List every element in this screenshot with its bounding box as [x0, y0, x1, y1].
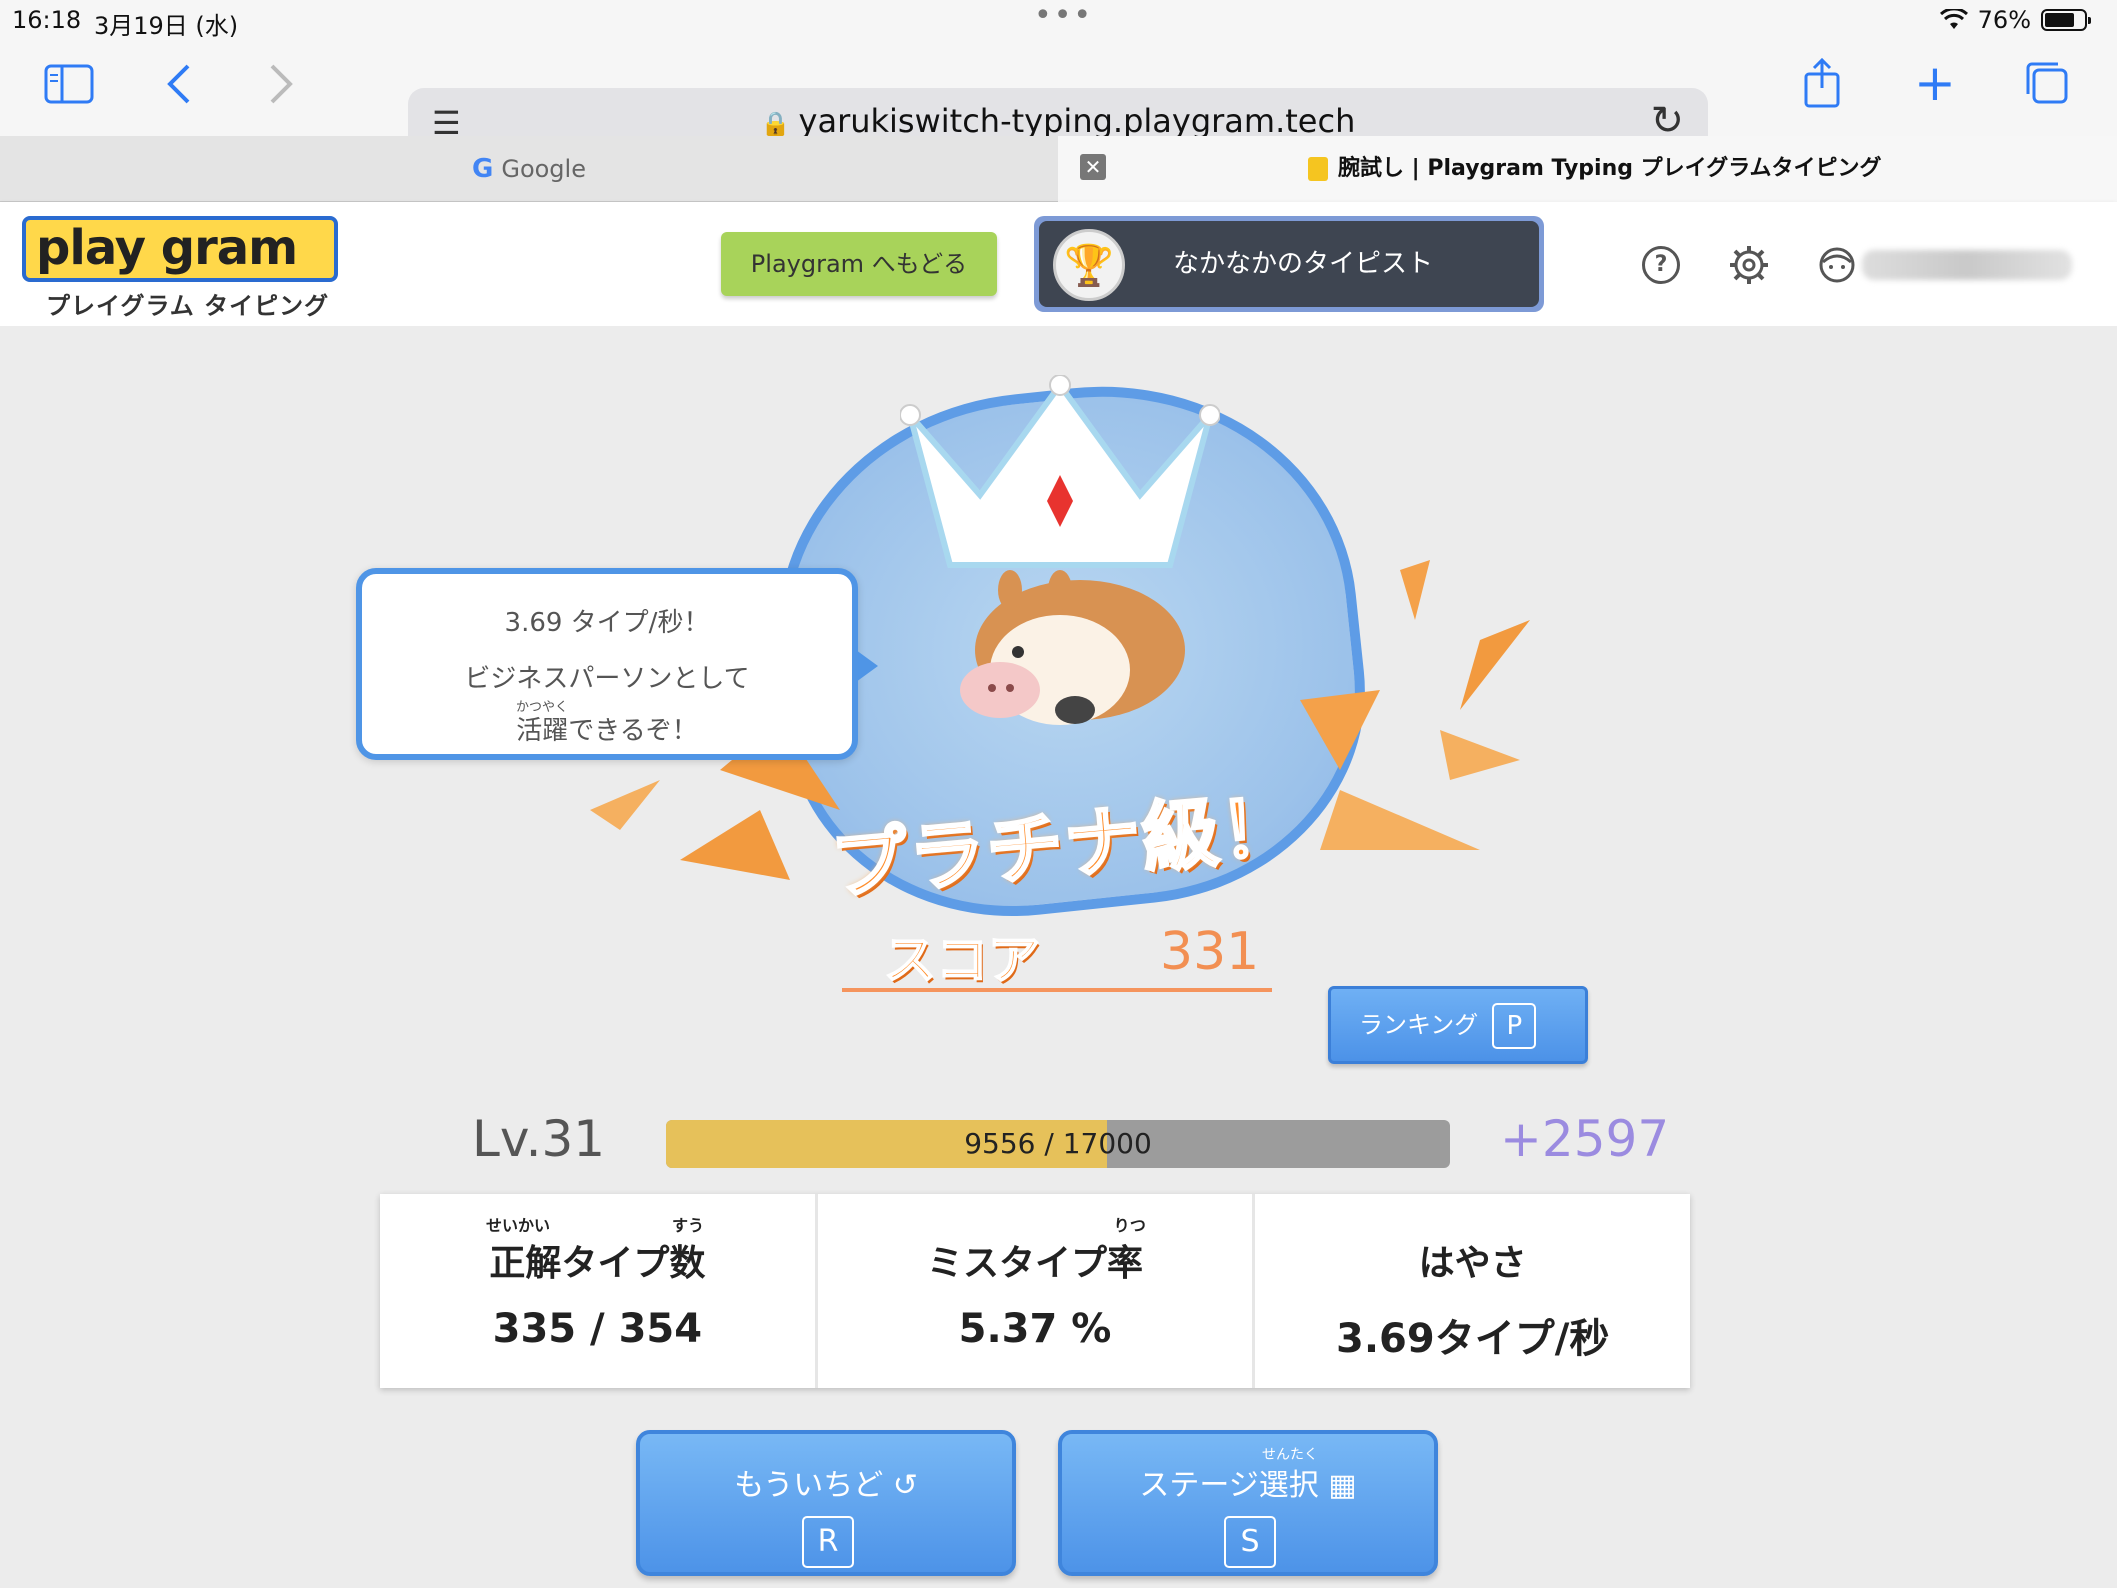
tab-google[interactable]: G Google: [0, 136, 1058, 202]
retry-button[interactable]: もういちど ↺ R: [636, 1430, 1016, 1576]
stat-value: 335 / 354: [492, 1306, 703, 1352]
stat-title: 正解タイプ数: [489, 1243, 706, 1284]
stat-value: 3.69タイプ/秒: [1336, 1316, 1610, 1362]
stat-title: ミスタイプ率: [927, 1243, 1144, 1284]
site-header: play gram プレイグラム タイピング Playgram へもどる 🏆 な…: [0, 202, 2117, 326]
exp-gain: +2597: [1500, 1110, 1670, 1168]
stat-correct-types: せいかい すう 正解タイプ数 335 / 354: [380, 1194, 818, 1388]
back-to-playgram-button[interactable]: Playgram へもどる: [721, 232, 997, 296]
stat-ruby: りつ: [1113, 1216, 1146, 1235]
stat-miss-rate: りつ ミスタイプ率 5.37 %: [818, 1194, 1256, 1388]
score-value: 331: [1160, 922, 1260, 982]
help-icon[interactable]: ?: [1642, 246, 1680, 284]
logo-wordmark: play gram: [22, 216, 338, 282]
crown-icon: [900, 375, 1220, 568]
stage-key: S: [1224, 1516, 1276, 1568]
ranking-key: P: [1492, 1003, 1537, 1049]
sidebar-icon[interactable]: [44, 64, 94, 104]
stat-ruby: せいかい: [486, 1216, 551, 1235]
back-icon[interactable]: [166, 62, 192, 106]
stat-ruby: すう: [672, 1216, 705, 1235]
status-bar: 16:18 3月19日 (水) ••• 76%: [0, 0, 2117, 40]
url-field[interactable]: 🔒 yarukiswitch-typing.playgram.tech: [408, 102, 1708, 140]
speech-bubble: 3.69 タイプ/秒！ ビジネスパーソンとして かつやく 活躍できるぞ！: [356, 568, 878, 760]
speech-line-2: ビジネスパーソンとして: [464, 664, 750, 694]
url-text: yarukiswitch-typing.playgram.tech: [798, 102, 1356, 140]
lock-icon: 🔒: [760, 110, 791, 138]
avatar-icon[interactable]: [1818, 246, 1856, 284]
stats-panel: せいかい すう 正解タイプ数 335 / 354 りつ ミスタイプ率 5.37 …: [380, 1194, 1690, 1388]
tabs-icon[interactable]: [2024, 60, 2070, 106]
google-icon: G: [472, 154, 494, 184]
title-badge-label: なかなかのタイピスト: [1173, 249, 1434, 279]
logo-subtitle: プレイグラム タイピング: [46, 292, 330, 320]
playgram-logo[interactable]: play gram プレイグラム タイピング: [22, 216, 342, 320]
hamster-character: [960, 570, 1185, 725]
wifi-icon: [1939, 9, 1968, 29]
retry-key: R: [802, 1516, 854, 1568]
level-progress-text: 9556 / 17000: [964, 1127, 1152, 1160]
tab-bar: G Google ✕ 腕試し | Playgram Typing プレイグラムタイ…: [0, 136, 2117, 202]
battery-status: 76%: [1939, 6, 2091, 34]
share-icon[interactable]: [1802, 58, 1842, 108]
title-badge[interactable]: 🏆 なかなかのタイピスト: [1034, 216, 1544, 312]
status-time: 16:18: [12, 6, 82, 34]
retry-icon: ↺: [892, 1468, 918, 1503]
browser-toolbar: ☰ 🔒 yarukiswitch-typing.playgram.tech ↻ +: [0, 40, 2117, 156]
tab-label: 腕試し | Playgram Typing プレイグラムタイピング: [1338, 156, 1882, 181]
close-tab-icon[interactable]: ✕: [1080, 154, 1106, 180]
tab-label: Google: [501, 155, 586, 183]
stat-title: はやさ: [1418, 1243, 1527, 1284]
multitask-dots[interactable]: •••: [1034, 0, 1093, 33]
forward-icon[interactable]: [268, 62, 294, 106]
speech-line-speed: 3.69 タイプ/秒！: [504, 608, 710, 638]
grid-icon: ▦: [1328, 1468, 1357, 1503]
level-progress-bar: 9556 / 17000: [666, 1120, 1450, 1168]
score-underline: [842, 988, 1272, 992]
ranking-label: ランキング: [1359, 1011, 1479, 1039]
stat-value: 5.37 %: [958, 1306, 1112, 1352]
speech-line-3: 活躍できるぞ！: [516, 716, 698, 746]
ranking-button[interactable]: ランキング P: [1328, 986, 1588, 1064]
trophy-icon: 🏆: [1053, 229, 1125, 301]
battery-icon: [2041, 9, 2091, 31]
stage-select-button[interactable]: せんたく ステージ選択 ▦ S: [1058, 1430, 1438, 1576]
level-label: Lv.31: [472, 1110, 606, 1168]
gear-icon[interactable]: [1728, 244, 1770, 286]
new-tab-icon[interactable]: +: [1914, 58, 1956, 108]
score-label: スコア: [883, 930, 1041, 992]
retry-label: もういちど: [734, 1468, 884, 1503]
battery-percent: 76%: [1977, 6, 2031, 34]
battery-fill: [2045, 13, 2074, 27]
tab-playgram[interactable]: ✕ 腕試し | Playgram Typing プレイグラムタイピング: [1058, 136, 2117, 202]
stage-label: ステージ選択: [1139, 1468, 1319, 1503]
stat-speed: はやさ 3.69タイプ/秒: [1255, 1194, 1690, 1388]
playgram-favicon: [1308, 157, 1328, 181]
username-blurred: [1862, 250, 2072, 280]
status-date: 3月19日 (水): [94, 12, 239, 40]
